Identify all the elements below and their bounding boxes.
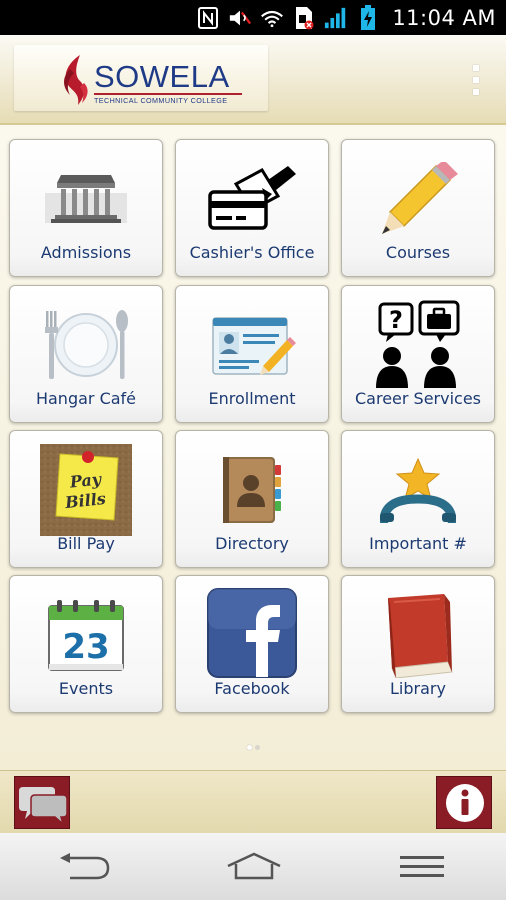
career-people-icon: ? <box>342 298 494 392</box>
overflow-menu-icon[interactable] <box>470 65 482 95</box>
home-icon <box>227 852 281 880</box>
svg-text:?: ? <box>389 306 403 334</box>
tile-label: Career Services <box>354 389 482 408</box>
tile-label: Hangar Café <box>35 389 137 408</box>
app-header: SOWELA TECHNICAL COMMUNITY COLLEGE <box>0 35 506 125</box>
menu-icon <box>400 856 444 877</box>
signal-icon <box>324 6 348 30</box>
tile-label: Courses <box>385 243 451 262</box>
system-nav-bar <box>0 833 506 900</box>
app-grid: Admissions Cashier's Office Courses Hang… <box>0 125 506 770</box>
building-icon <box>10 152 162 246</box>
wifi-icon <box>260 6 284 30</box>
address-book-icon <box>176 443 328 537</box>
menu-button[interactable] <box>392 847 452 887</box>
info-icon <box>446 784 484 822</box>
facebook-icon <box>176 586 328 680</box>
back-button[interactable] <box>54 847 114 887</box>
calendar-icon: 23 <box>10 588 162 682</box>
tile-bill-pay[interactable]: Pay Bills Bill Pay <box>9 430 163 568</box>
sticky-note-icon: Pay Bills <box>10 443 162 537</box>
logo-divider <box>94 93 242 95</box>
flame-logo-icon <box>64 55 88 105</box>
tile-label: Admissions <box>40 243 132 262</box>
tile-important-numbers[interactable]: Important # <box>341 430 495 568</box>
sim-icon <box>292 6 316 30</box>
back-icon <box>60 853 110 880</box>
tile-events[interactable]: 23 Events <box>9 575 163 713</box>
tile-label: Facebook <box>214 679 290 698</box>
tile-label: Events <box>58 679 114 698</box>
page-dot-2[interactable] <box>254 745 260 750</box>
info-button[interactable] <box>436 776 492 829</box>
pencil-icon <box>342 152 494 246</box>
tile-label: Library <box>390 679 446 698</box>
book-icon <box>342 588 494 682</box>
nfc-icon <box>196 6 220 30</box>
mute-icon <box>228 6 252 30</box>
tile-hangar-cafe[interactable]: Hangar Café <box>9 285 163 423</box>
tile-enrollment[interactable]: Enrollment <box>175 285 329 423</box>
battery-charging-icon <box>356 4 380 30</box>
status-time: 11:04 AM <box>392 5 496 30</box>
status-bar: 11:04 AM <box>0 0 506 35</box>
card-payment-icon <box>176 152 328 246</box>
tile-career-services[interactable]: ? Career Services <box>341 285 495 423</box>
logo-wordmark: SOWELA <box>94 59 230 94</box>
tile-label: Directory <box>215 534 289 553</box>
home-button[interactable] <box>224 847 284 887</box>
tile-facebook[interactable]: Facebook <box>175 575 329 713</box>
tile-directory[interactable]: Directory <box>175 430 329 568</box>
tile-label: Bill Pay <box>57 534 115 553</box>
tile-label: Enrollment <box>208 389 296 408</box>
id-form-icon <box>176 298 328 392</box>
star-phone-icon <box>342 443 494 537</box>
tile-label: Important # <box>369 534 467 553</box>
chat-bubbles-icon <box>19 787 68 827</box>
tile-label: Cashier's Office <box>189 243 315 262</box>
note-text-line1: Pay <box>68 469 104 491</box>
logo-subtitle: TECHNICAL COMMUNITY COLLEGE <box>94 96 228 105</box>
plate-cutlery-icon <box>10 298 162 392</box>
page-indicator <box>0 745 506 750</box>
tile-cashiers-office[interactable]: Cashier's Office <box>175 139 329 277</box>
calendar-day: 23 <box>62 627 109 667</box>
tile-courses[interactable]: Courses <box>341 139 495 277</box>
chat-button[interactable] <box>14 776 70 829</box>
page-dot-1[interactable] <box>246 745 252 750</box>
bottom-action-bar <box>0 770 506 833</box>
tile-admissions[interactable]: Admissions <box>9 139 163 277</box>
college-logo[interactable]: SOWELA TECHNICAL COMMUNITY COLLEGE <box>14 45 268 111</box>
tile-library[interactable]: Library <box>341 575 495 713</box>
